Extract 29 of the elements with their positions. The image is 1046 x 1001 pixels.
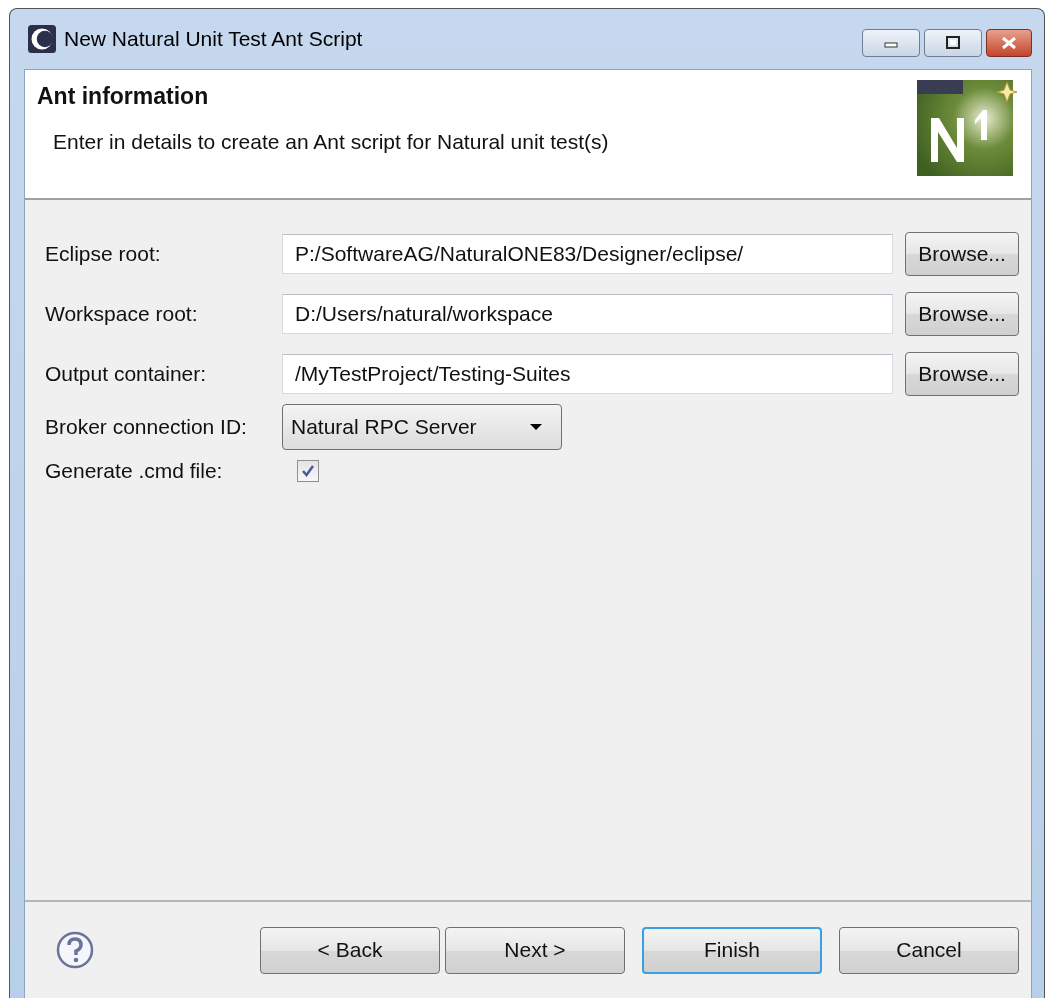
browse-button[interactable]: Browse... — [905, 292, 1019, 336]
page-title: Ant information — [37, 83, 210, 110]
wizard-button[interactable]: Next > — [445, 926, 625, 974]
checkbox[interactable] — [297, 460, 319, 482]
minimize-button[interactable] — [862, 29, 920, 57]
field-label: Broker connection ID: — [45, 415, 248, 439]
field-label: Eclipse root: — [45, 242, 162, 266]
path-field[interactable]: P:/SoftwareAG/NaturalONE83/Designer/eclipse/ — [282, 234, 894, 274]
app-icon — [28, 25, 56, 53]
wizard-button[interactable]: Finish — [642, 926, 822, 974]
maximize-button[interactable] — [924, 29, 982, 57]
checkmark-icon — [300, 463, 316, 479]
dropdown-arrow-icon — [529, 423, 543, 431]
field-label: Workspace root: — [45, 302, 199, 326]
browse-button[interactable]: Browse... — [905, 352, 1019, 396]
wizard-button[interactable]: Cancel — [839, 926, 1019, 974]
connection-dropdown[interactable]: Natural RPC Server — [282, 404, 562, 450]
window-title: New Natural Unit Test Ant Script — [64, 27, 364, 51]
path-field[interactable]: /MyTestProject/Testing-Suites — [282, 354, 894, 394]
maximize-icon — [945, 36, 961, 50]
wizard-button[interactable]: < Back — [260, 926, 440, 974]
field-label: Output container: — [45, 362, 208, 386]
close-button[interactable] — [986, 29, 1032, 57]
help-icon[interactable] — [55, 930, 95, 970]
page-description: Enter in details to create an Ant script for Natural unit test(s) — [53, 130, 609, 154]
path-field[interactable]: D:/Users/natural/workspace — [282, 294, 894, 334]
field-label: Generate .cmd file: — [45, 459, 224, 483]
close-icon — [1000, 36, 1018, 50]
browse-button[interactable]: Browse... — [905, 232, 1019, 276]
